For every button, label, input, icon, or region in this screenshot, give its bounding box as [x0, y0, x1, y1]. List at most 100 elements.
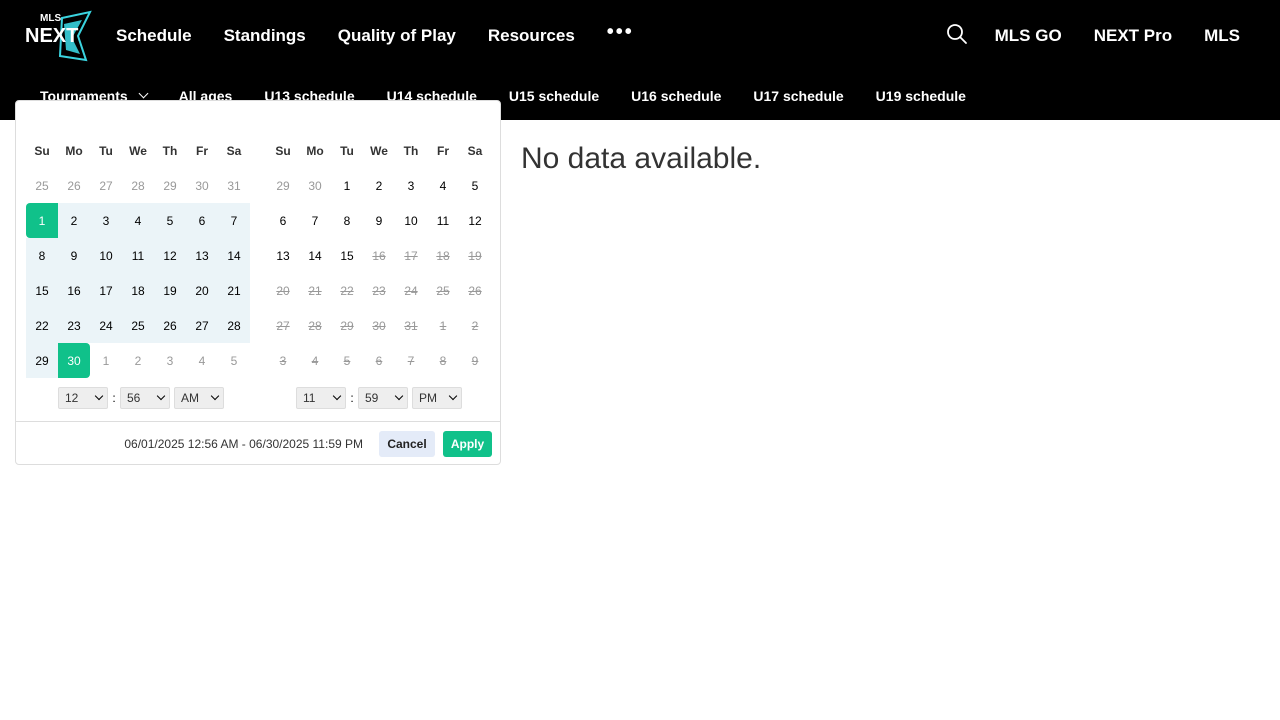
left-calendar-day[interactable]: 2	[58, 203, 90, 238]
start-hour-select[interactable]: 12	[58, 387, 108, 409]
weekday-header: Sa	[467, 143, 483, 158]
more-menu-icon[interactable]: •••	[607, 21, 634, 44]
left-calendar-day[interactable]: 13	[186, 238, 218, 273]
left-calendar-day[interactable]: 24	[90, 308, 122, 343]
right-calendar-day: 3	[279, 353, 287, 368]
right-calendar-day[interactable]: 10	[395, 203, 427, 238]
nav-next-pro[interactable]: NEXT Pro	[1094, 26, 1172, 46]
chevron-down-icon	[332, 391, 342, 401]
right-calendar-day[interactable]: 3	[395, 168, 427, 203]
left-calendar-day[interactable]: 8	[26, 238, 58, 273]
left-calendar-day[interactable]: 7	[218, 203, 250, 238]
nav-schedule[interactable]: Schedule	[116, 26, 192, 46]
left-calendar-day[interactable]: 25	[26, 168, 58, 203]
right-calendar-day: 4	[311, 353, 319, 368]
nav-quality-of-play[interactable]: Quality of Play	[338, 26, 456, 46]
weekday-header: Su	[34, 143, 50, 158]
right-calendar-day[interactable]: 15	[331, 238, 363, 273]
left-calendar-day[interactable]: 22	[26, 308, 58, 343]
start-ampm-select[interactable]: AM	[174, 387, 224, 409]
start-minute-select[interactable]: 56	[120, 387, 170, 409]
weekday-header: Fr	[196, 143, 208, 158]
nav-resources[interactable]: Resources	[488, 26, 575, 46]
start-minute-value: 56	[127, 391, 141, 405]
left-calendar-day[interactable]: 11	[122, 238, 154, 273]
left-calendar-day[interactable]: 29	[26, 343, 58, 378]
end-hour-select[interactable]: 11	[296, 387, 346, 409]
right-calendar-day: 27	[276, 318, 290, 333]
right-calendar-day[interactable]: 29	[267, 168, 299, 203]
nav-mls-go[interactable]: MLS GO	[995, 26, 1062, 46]
right-calendar-day[interactable]: 8	[331, 203, 363, 238]
right-calendar-day[interactable]: 14	[299, 238, 331, 273]
left-calendar-day[interactable]: 5	[218, 343, 250, 378]
left-calendar-day[interactable]: 4	[122, 203, 154, 238]
left-calendar-day[interactable]: 29	[154, 168, 186, 203]
right-calendar-day[interactable]: 2	[363, 168, 395, 203]
left-calendar-day[interactable]: 1	[90, 343, 122, 378]
left-calendar-day[interactable]: 4	[186, 343, 218, 378]
end-minute-select[interactable]: 59	[358, 387, 408, 409]
right-calendar-day[interactable]: 5	[459, 168, 491, 203]
left-calendar-day[interactable]: 9	[58, 238, 90, 273]
empty-state-message: No data available.	[521, 142, 762, 175]
end-ampm-select[interactable]: PM	[412, 387, 462, 409]
left-calendar-day[interactable]: 10	[90, 238, 122, 273]
left-calendar-day[interactable]: 30	[186, 168, 218, 203]
cancel-button[interactable]: Cancel	[379, 431, 435, 457]
left-calendar-day[interactable]: 3	[154, 343, 186, 378]
left-calendar-day[interactable]: 27	[90, 168, 122, 203]
weekday-header: Mo	[306, 143, 324, 158]
weekday-header: Fr	[437, 143, 449, 158]
right-calendar-day[interactable]: 6	[267, 203, 299, 238]
left-calendar-day[interactable]: 16	[58, 273, 90, 308]
left-calendar-day[interactable]: 20	[186, 273, 218, 308]
left-calendar-day[interactable]: 15	[26, 273, 58, 308]
right-calendar-day[interactable]: 4	[427, 168, 459, 203]
left-calendar-day[interactable]: 25	[122, 308, 154, 343]
subnav-u17-schedule[interactable]: U17 schedule	[753, 72, 843, 120]
right-calendar-day: 6	[375, 353, 383, 368]
left-calendar-day[interactable]: 27	[186, 308, 218, 343]
right-calendar-day: 28	[308, 318, 322, 333]
right-calendar-day[interactable]: 30	[299, 168, 331, 203]
right-calendar-day[interactable]: 13	[267, 238, 299, 273]
left-calendar-day[interactable]: 19	[154, 273, 186, 308]
left-calendar-day[interactable]: 21	[218, 273, 250, 308]
right-calendar-day[interactable]: 7	[299, 203, 331, 238]
right-calendar-day: 18	[436, 248, 450, 263]
left-calendar-day[interactable]: 28	[122, 168, 154, 203]
mls-next-logo[interactable]: MLS NEXT	[24, 10, 92, 62]
left-calendar-day[interactable]: 26	[154, 308, 186, 343]
subnav-u15-schedule[interactable]: U15 schedule	[509, 72, 599, 120]
picker-footer: 06/01/2025 12:56 AM - 06/30/2025 11:59 P…	[16, 421, 500, 465]
right-calendar-day: 5	[343, 353, 351, 368]
subnav-u16-schedule[interactable]: U16 schedule	[631, 72, 721, 120]
nav-mls[interactable]: MLS	[1204, 26, 1240, 46]
left-calendar-day[interactable]: 6	[186, 203, 218, 238]
right-calendar-day[interactable]: 11	[427, 203, 459, 238]
left-calendar-day[interactable]: 12	[154, 238, 186, 273]
search-icon[interactable]	[946, 23, 968, 45]
left-calendar-day[interactable]: 14	[218, 238, 250, 273]
left-calendar-day[interactable]: 26	[58, 168, 90, 203]
right-calendar-day[interactable]: 9	[363, 203, 395, 238]
main-navigation: Schedule Standings Quality of Play Resou…	[116, 0, 634, 72]
subnav-u19-schedule[interactable]: U19 schedule	[876, 72, 966, 120]
right-calendar-day[interactable]: 1	[331, 168, 363, 203]
start-time-selector: 12 : 56 AM	[58, 387, 224, 409]
right-calendar-day[interactable]: 12	[459, 203, 491, 238]
nav-standings[interactable]: Standings	[224, 26, 306, 46]
left-calendar-day[interactable]: 23	[58, 308, 90, 343]
left-calendar-day[interactable]: 31	[218, 168, 250, 203]
left-calendar-day[interactable]: 17	[90, 273, 122, 308]
left-calendar-day[interactable]: 5	[154, 203, 186, 238]
left-calendar-day[interactable]: 3	[90, 203, 122, 238]
left-calendar-day[interactable]: 28	[218, 308, 250, 343]
left-calendar-day[interactable]: 2	[122, 343, 154, 378]
apply-button[interactable]: Apply	[443, 431, 492, 457]
left-calendar-day[interactable]: 18	[122, 273, 154, 308]
left-calendar-day[interactable]: 30	[58, 343, 90, 378]
left-calendar-day[interactable]: 1	[26, 203, 58, 238]
right-calendar-day: 19	[468, 248, 482, 263]
